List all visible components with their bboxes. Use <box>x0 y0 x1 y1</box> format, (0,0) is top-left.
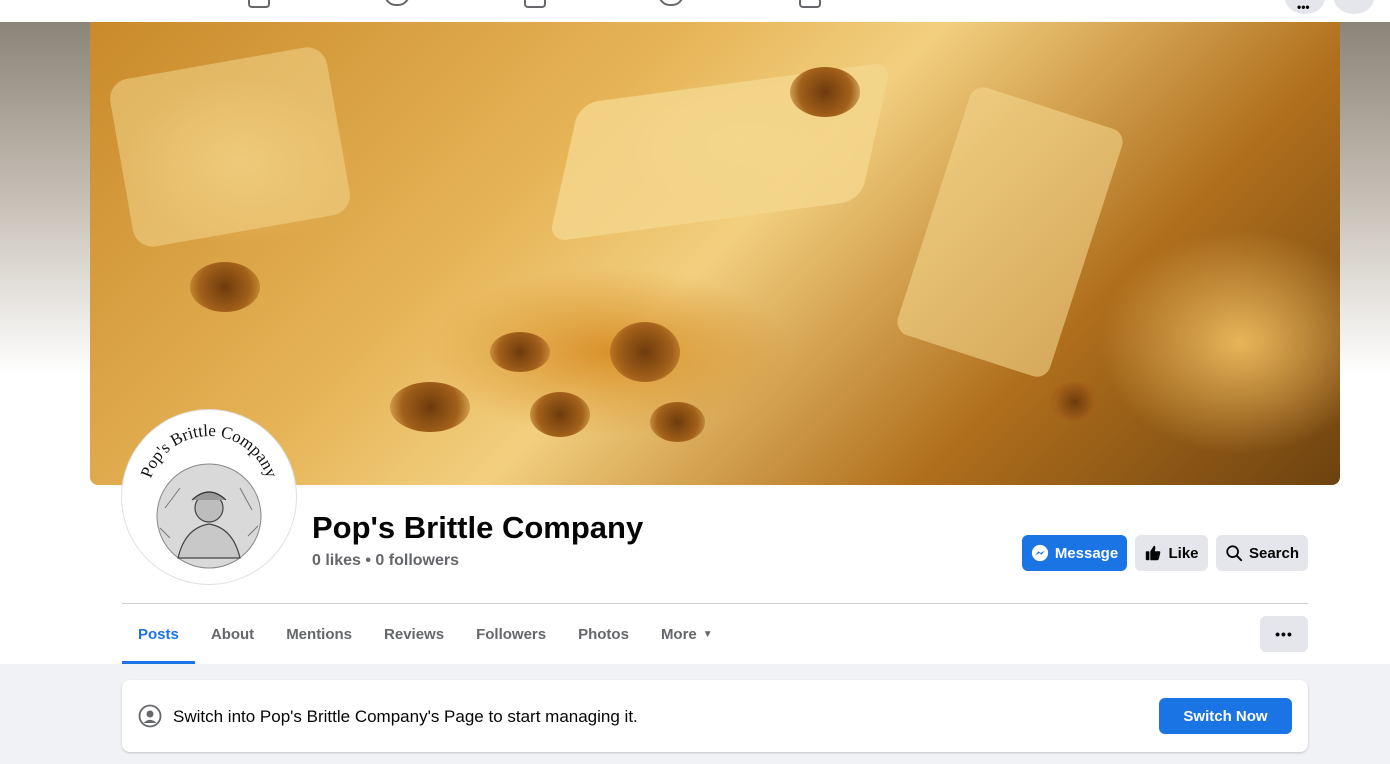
tab-more[interactable]: More ▼ <box>645 604 729 664</box>
message-button-label: Message <box>1054 544 1119 562</box>
tab-label: About <box>210 625 255 643</box>
gaming-icon[interactable] <box>799 0 821 8</box>
tab-followers[interactable]: Followers <box>460 604 562 664</box>
tab-about[interactable]: About <box>195 604 270 664</box>
message-button[interactable]: Message <box>1022 535 1127 571</box>
page-tabs: Posts About Mentions Reviews Followers P… <box>122 604 729 664</box>
top-nav-bar: ••• <box>0 0 1390 22</box>
ellipsis-icon: ••• <box>1275 626 1293 642</box>
watch-icon[interactable] <box>384 0 410 6</box>
page-avatar[interactable]: Pop's Brittle Company <box>122 410 296 584</box>
tab-label: Reviews <box>384 625 445 643</box>
cover-photo[interactable] <box>90 22 1340 485</box>
tab-label: Photos <box>578 625 629 643</box>
tab-label: Posts <box>138 625 179 643</box>
like-button[interactable]: Like <box>1135 535 1208 571</box>
switch-now-label: Switch Now <box>1183 707 1268 725</box>
tab-label: Mentions <box>286 625 353 643</box>
page-title: Pop's Brittle Company <box>312 510 644 545</box>
tab-reviews[interactable]: Reviews <box>368 604 460 664</box>
caret-down-icon: ▼ <box>702 628 713 640</box>
switch-now-button[interactable]: Switch Now <box>1159 698 1292 734</box>
tab-label: More <box>660 625 697 643</box>
messenger-icon <box>1031 544 1048 562</box>
page-stats[interactable]: 0 likes • 0 followers <box>312 552 459 570</box>
tab-photos[interactable]: Photos <box>562 604 645 664</box>
tab-label: Followers <box>476 625 547 643</box>
messenger-top-icon[interactable] <box>1334 0 1374 14</box>
search-button-label: Search <box>1248 544 1300 562</box>
search-icon <box>1226 545 1243 562</box>
thumbs-up-icon <box>1146 545 1161 561</box>
marketplace-icon[interactable] <box>524 0 546 8</box>
profile-switch-icon <box>138 704 162 728</box>
menu-icon[interactable]: ••• <box>1285 0 1325 14</box>
avatar-logo: Pop's Brittle Company <box>130 418 288 576</box>
like-button-label: Like <box>1168 544 1199 562</box>
tab-posts[interactable]: Posts <box>122 604 195 664</box>
tab-mentions[interactable]: Mentions <box>270 604 368 664</box>
more-options-button[interactable]: ••• <box>1260 616 1308 652</box>
search-button[interactable]: Search <box>1216 535 1308 571</box>
switch-banner-text: Switch into Pop's Brittle Company's Page… <box>173 707 638 726</box>
groups-icon[interactable] <box>658 0 684 6</box>
home-icon[interactable] <box>248 0 270 8</box>
switch-profile-banner: Switch into Pop's Brittle Company's Page… <box>122 680 1308 752</box>
